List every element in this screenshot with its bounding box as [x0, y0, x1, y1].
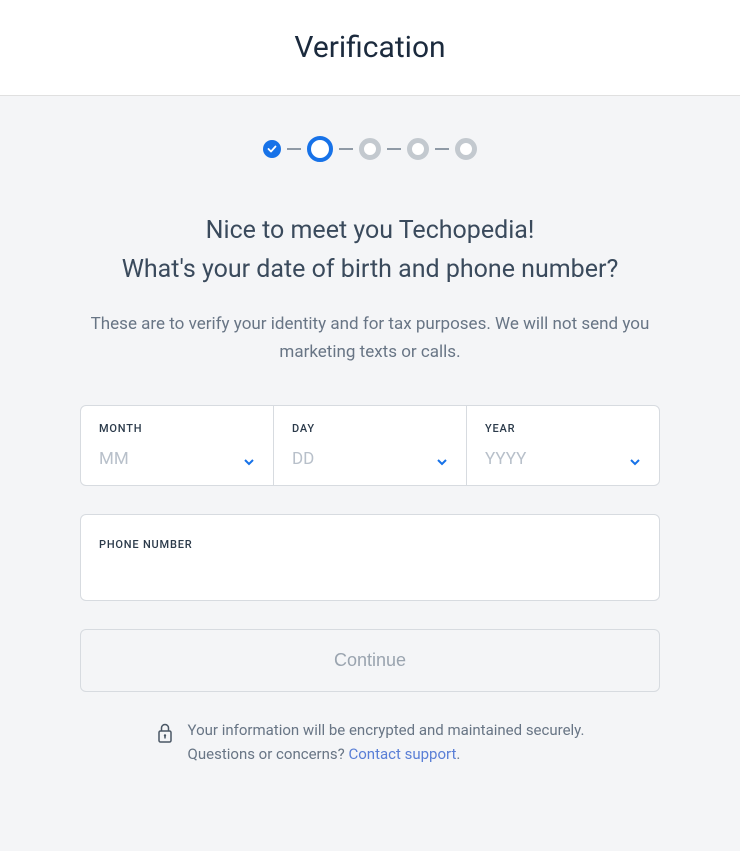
- day-placeholder: DD: [292, 449, 314, 469]
- month-label: MONTH: [99, 422, 255, 435]
- progress-stepper: [20, 136, 720, 162]
- security-note: Your information will be encrypted and m…: [110, 718, 630, 766]
- step-dash: [287, 148, 301, 150]
- month-placeholder: MM: [99, 449, 129, 469]
- page-header: Verification: [0, 0, 740, 96]
- checkmark-icon: [263, 140, 281, 158]
- greeting-line-2: What's your date of birth and phone numb…: [80, 251, 660, 290]
- subtext: These are to verify your identity and fo…: [80, 310, 660, 368]
- year-placeholder: YYYY: [485, 449, 526, 469]
- chevron-down-icon: [629, 453, 641, 465]
- year-select[interactable]: YEAR YYYY: [467, 406, 659, 485]
- month-select[interactable]: MONTH MM: [81, 406, 274, 485]
- year-label: YEAR: [485, 422, 641, 435]
- step-dash: [387, 148, 401, 150]
- dob-row: MONTH MM DAY DD YEAR: [80, 405, 660, 486]
- main-content: Nice to meet you Techopedia! What's your…: [0, 96, 740, 851]
- step-dash: [339, 148, 353, 150]
- greeting-line-1: Nice to meet you Techopedia!: [80, 212, 660, 251]
- contact-support-link[interactable]: Contact support: [348, 745, 456, 763]
- chevron-down-icon: [243, 453, 255, 465]
- question-prefix: Questions or concerns?: [188, 745, 349, 763]
- phone-field[interactable]: PHONE NUMBER: [80, 514, 660, 601]
- step-3-pending: [359, 138, 381, 160]
- step-4-pending: [407, 138, 429, 160]
- step-5-pending: [455, 138, 477, 160]
- period: .: [456, 745, 460, 763]
- day-select[interactable]: DAY DD: [274, 406, 467, 485]
- phone-label: PHONE NUMBER: [99, 538, 192, 551]
- step-2-current: [307, 136, 333, 162]
- page-title: Verification: [0, 30, 740, 65]
- step-1-complete: [263, 140, 281, 158]
- secure-text: Your information will be encrypted and m…: [188, 721, 585, 739]
- day-label: DAY: [292, 422, 448, 435]
- lock-icon: [156, 722, 174, 748]
- continue-button[interactable]: Continue: [80, 629, 660, 692]
- step-dash: [435, 148, 449, 150]
- greeting-heading: Nice to meet you Techopedia! What's your…: [80, 212, 660, 290]
- chevron-down-icon: [436, 453, 448, 465]
